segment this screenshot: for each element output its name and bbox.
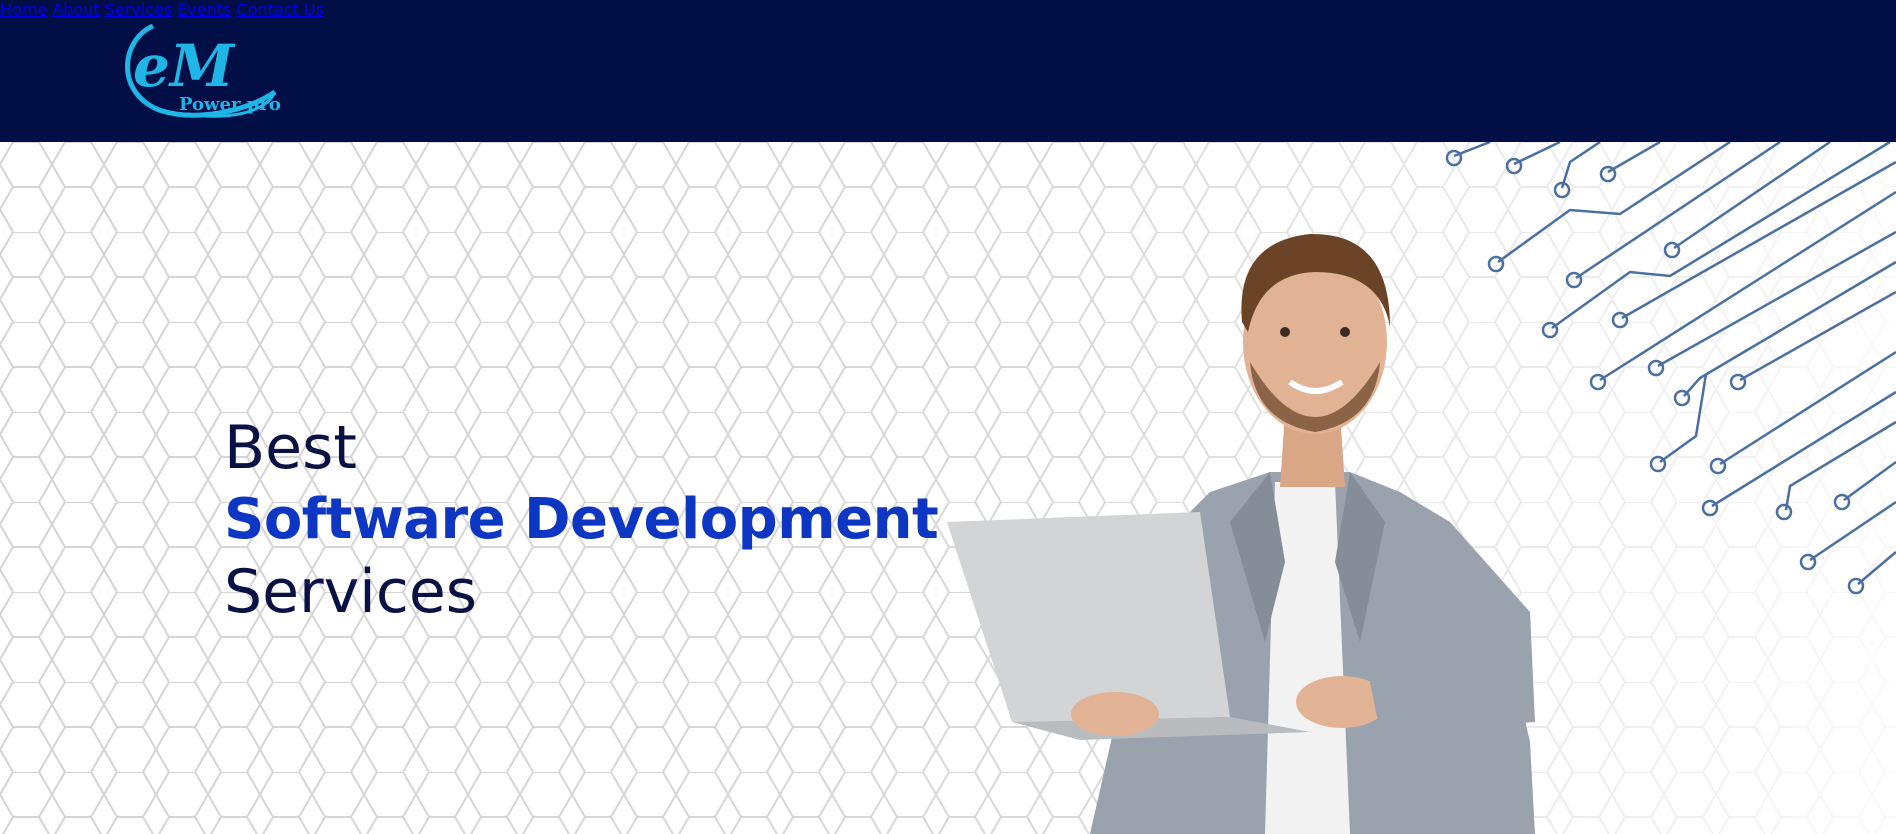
nav-home[interactable]: Home [0,0,47,19]
logo-text-sub: Power pro [179,94,281,115]
hero-banner: Best Software Development Services [0,142,1896,834]
hero-headline-line1: Best [224,413,357,483]
nav-about[interactable]: About [52,0,99,19]
man-with-laptop-image [947,233,1535,834]
logo-text-main: eM [133,32,236,100]
brand-logo-mark: eM Power pro [125,23,281,118]
main-nav: Home About Services Events Contact Us [0,0,1896,19]
nav-contact-us[interactable]: Contact Us [237,0,324,19]
hero-headline-highlight: Software Development [224,487,939,552]
hero-headline: Best Software Development Services [224,412,939,628]
site-header: eM Power pro Home About Services Events … [0,0,1896,142]
nav-events[interactable]: Events [177,0,231,19]
brand-logo[interactable]: eM Power pro [115,22,285,122]
hero-headline-line3: Services [224,557,478,627]
nav-services[interactable]: Services [105,0,172,19]
